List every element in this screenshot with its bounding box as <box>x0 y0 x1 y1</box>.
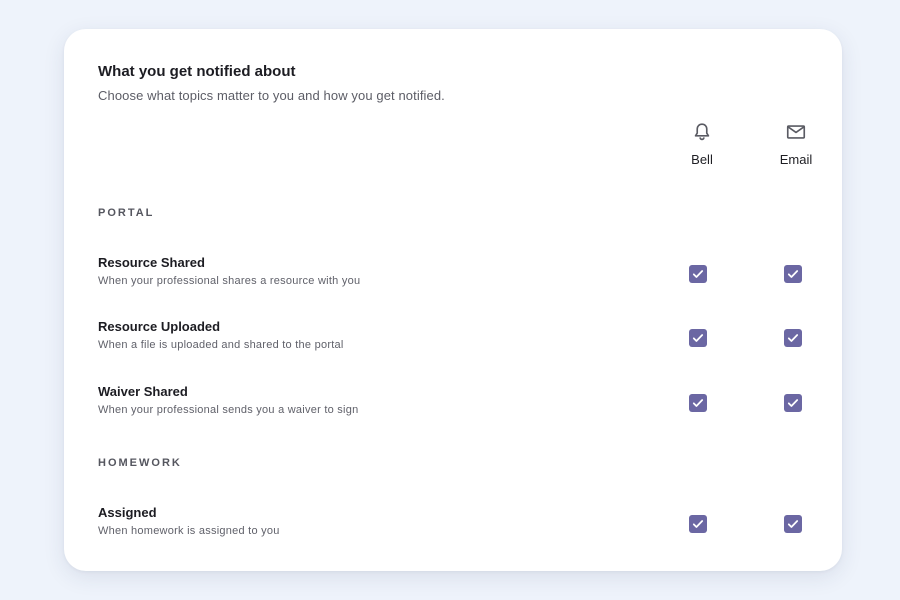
setting-row-waiver-shared: Waiver Shared When your professional sen… <box>98 384 808 424</box>
bell-checkbox[interactable] <box>689 515 707 533</box>
mail-icon <box>786 125 806 139</box>
bell-checkbox[interactable] <box>689 394 707 412</box>
setting-title: Resource Shared <box>98 255 205 270</box>
setting-description: When your professional shares a resource… <box>98 275 361 287</box>
bell-checkbox[interactable] <box>689 265 707 283</box>
section-label-homework: HOMEWORK <box>98 457 182 469</box>
email-checkbox[interactable] <box>784 265 802 283</box>
check-icon <box>692 334 704 342</box>
setting-description: When homework is assigned to you <box>98 525 280 537</box>
page-subtitle: Choose what topics matter to you and how… <box>98 88 445 103</box>
setting-row-resource-shared: Resource Shared When your professional s… <box>98 255 808 295</box>
column-header-email: Email <box>766 121 826 167</box>
bell-icon <box>694 123 710 141</box>
page-title: What you get notified about <box>98 63 296 80</box>
check-icon <box>692 520 704 528</box>
email-checkbox[interactable] <box>784 329 802 347</box>
setting-title: Resource Uploaded <box>98 319 221 334</box>
setting-row-assigned: Assigned When homework is assigned to yo… <box>98 505 808 545</box>
check-icon <box>787 399 799 407</box>
column-label-bell: Bell <box>691 152 713 167</box>
check-icon <box>787 334 799 342</box>
section-label-portal: PORTAL <box>98 207 155 219</box>
check-icon <box>787 520 799 528</box>
setting-description: When a file is uploaded and shared to th… <box>98 339 344 351</box>
check-icon <box>692 399 704 407</box>
setting-title: Waiver Shared <box>98 384 188 399</box>
bell-checkbox[interactable] <box>689 329 707 347</box>
email-checkbox[interactable] <box>784 394 802 412</box>
email-checkbox[interactable] <box>784 515 802 533</box>
setting-title: Assigned <box>98 505 157 520</box>
check-icon <box>692 270 704 278</box>
setting-row-resource-uploaded: Resource Uploaded When a file is uploade… <box>98 319 808 359</box>
check-icon <box>787 270 799 278</box>
column-header-bell: Bell <box>672 121 732 167</box>
notification-settings-card: What you get notified about Choose what … <box>64 29 842 571</box>
column-label-email: Email <box>779 152 813 167</box>
setting-description: When your professional sends you a waive… <box>98 404 359 416</box>
